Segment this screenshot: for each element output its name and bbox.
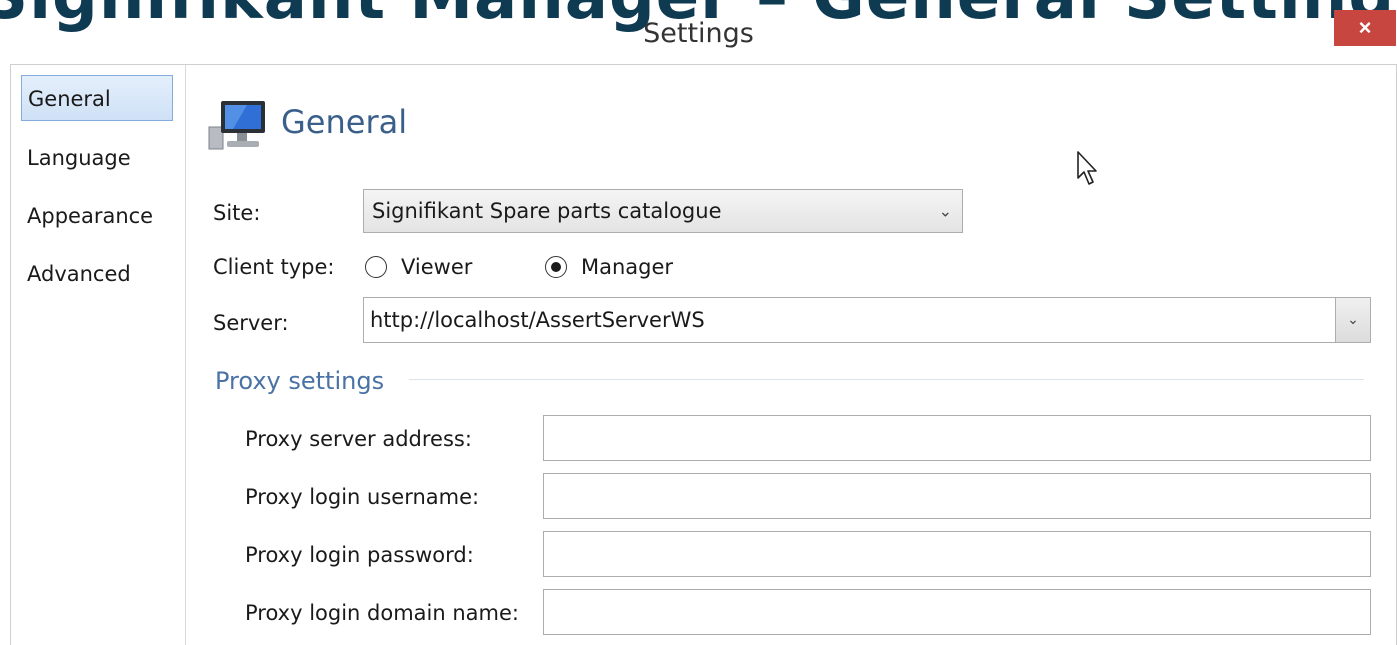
settings-sidebar: General Language Appearance Advanced — [11, 65, 186, 645]
proxy-server-address-input[interactable] — [543, 415, 1371, 461]
computer-icon — [208, 101, 265, 150]
proxy-login-username-label: Proxy login username: — [245, 485, 480, 509]
proxy-settings-title: Proxy settings — [215, 367, 385, 395]
proxy-login-password-input[interactable] — [543, 531, 1371, 577]
proxy-settings-divider — [409, 379, 1364, 380]
settings-window: General Language Appearance Advanced Gen… — [10, 64, 1397, 645]
mouse-pointer-icon — [1077, 151, 1097, 185]
client-type-label: Client type: — [213, 255, 335, 279]
window-title: Settings — [643, 18, 754, 49]
radio-manager[interactable] — [545, 256, 567, 278]
radio-manager-label[interactable]: Manager — [581, 255, 673, 279]
proxy-login-domain-label: Proxy login domain name: — [245, 601, 519, 625]
sidebar-item-appearance[interactable]: Appearance — [21, 193, 173, 239]
site-select[interactable]: Signifikant Spare parts catalogue ⌄ — [363, 189, 963, 233]
chevron-down-icon: ⌄ — [938, 201, 952, 221]
proxy-server-address-label: Proxy server address: — [245, 427, 472, 451]
sidebar-item-label: Language — [27, 146, 131, 170]
radio-viewer[interactable] — [365, 256, 387, 278]
sidebar-item-label: Advanced — [27, 262, 131, 286]
server-combobox[interactable]: http://localhost/AssertServerWS ⌄ — [363, 297, 1371, 343]
site-select-value: Signifikant Spare parts catalogue — [372, 199, 722, 223]
sidebar-item-language[interactable]: Language — [21, 135, 173, 181]
window-titlebar: Settings × — [0, 0, 1397, 64]
sidebar-item-label: Appearance — [27, 204, 154, 228]
section-title: General — [281, 103, 408, 141]
sidebar-item-advanced[interactable]: Advanced — [21, 251, 173, 297]
server-dropdown-button[interactable]: ⌄ — [1335, 298, 1370, 342]
proxy-login-domain-input[interactable] — [543, 589, 1371, 635]
screenshot-stage: Signifikant Manager – General Settings S… — [0, 0, 1397, 645]
server-label: Server: — [213, 311, 289, 335]
proxy-login-username-input[interactable] — [543, 473, 1371, 519]
proxy-login-password-label: Proxy login password: — [245, 543, 474, 567]
site-label: Site: — [213, 201, 261, 225]
sidebar-item-general[interactable]: General — [21, 75, 173, 121]
close-button[interactable]: × — [1334, 10, 1396, 46]
radio-viewer-label[interactable]: Viewer — [401, 255, 472, 279]
server-combobox-value: http://localhost/AssertServerWS — [370, 308, 705, 332]
close-icon: × — [1358, 15, 1372, 40]
sidebar-item-label: General — [28, 87, 111, 111]
chevron-down-icon: ⌄ — [1347, 312, 1359, 328]
